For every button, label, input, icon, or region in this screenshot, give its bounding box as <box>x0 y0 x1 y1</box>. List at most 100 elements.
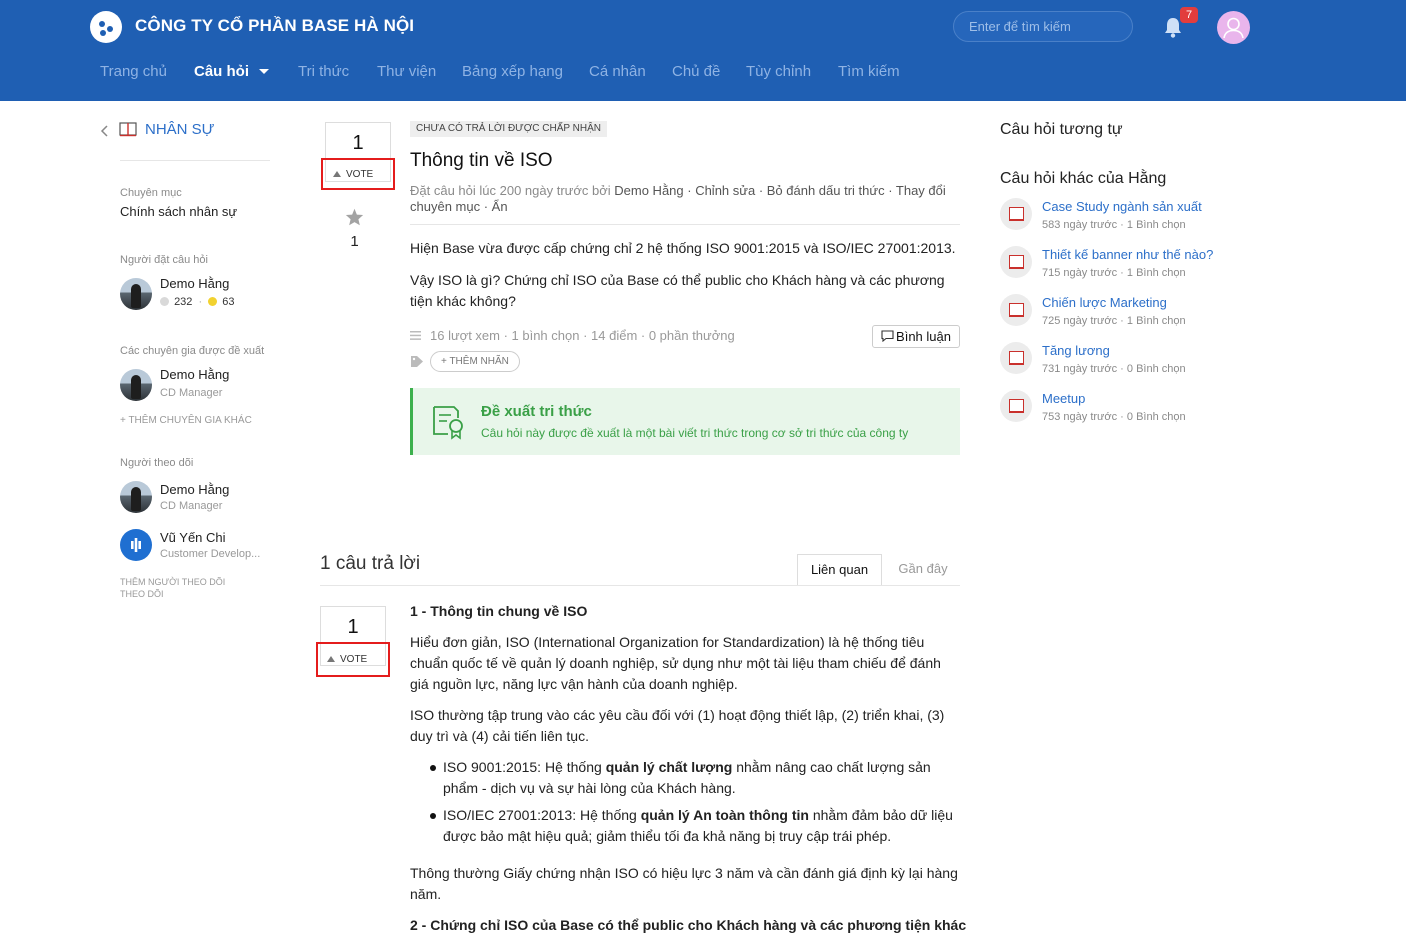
expert-avatar[interactable] <box>120 369 152 401</box>
bullet-item: ISO 9001:2015: Hệ thống quản lý chất lượ… <box>410 757 962 799</box>
similar-questions-title: Câu hỏi tương tự <box>1000 121 1123 138</box>
nav-personal[interactable]: Cá nhân <box>589 63 646 80</box>
notification-badge[interactable]: 7 <box>1180 7 1198 23</box>
add-tag-button[interactable]: + THÊM NHÃN <box>430 351 520 372</box>
question-body: Vậy ISO là gì? Chứng chỉ ISO của Base có… <box>410 272 945 309</box>
question-title: Thông tin về ISO <box>410 150 553 171</box>
question-body: Hiện Base vừa được cấp chứng chỉ 2 hệ th… <box>410 240 956 256</box>
nav-library[interactable]: Thư viện <box>377 63 436 80</box>
followers-label: Người theo dõi <box>120 457 194 469</box>
tab-related[interactable]: Liên quan <box>797 554 882 586</box>
nav-customize[interactable]: Tùy chỉnh <box>746 63 811 80</box>
comment-label: Bình luận <box>896 329 951 344</box>
tag-icon <box>411 356 423 367</box>
divider <box>410 224 960 225</box>
add-follower-line: THÊM NGƯỜI THEO DÕI <box>120 577 226 587</box>
expert-name[interactable]: Demo Hằng <box>160 367 229 382</box>
answer-paragraph: Hiểu đơn giản, ISO (International Organi… <box>410 634 941 692</box>
company-name[interactable]: CÔNG TY CỔ PHẦN BASE HÀ NỘI <box>135 16 414 36</box>
asker-name[interactable]: Demo Hằng <box>160 276 229 291</box>
answer-heading: 2 - Chứng chỉ ISO của Base có thể public… <box>410 917 967 933</box>
asker-label: Người đặt câu hỏi <box>120 254 208 266</box>
related-question-meta: 753 ngày trước · 0 Bình chọn <box>1042 411 1186 423</box>
knowledge-suggestion-box: Đề xuất tri thức Câu hỏi này được đề xuấ… <box>410 388 960 455</box>
divider <box>120 160 270 161</box>
book-icon <box>1000 246 1032 278</box>
bullet-item: ISO/IEC 27001:2013: Hệ thống quản lý An … <box>410 805 962 847</box>
other-questions-title: Câu hỏi khác của Hằng <box>1000 170 1167 187</box>
expert-role: CD Manager <box>160 387 223 399</box>
follower-name[interactable]: Demo Hằng <box>160 482 229 497</box>
certificate-icon <box>433 406 463 440</box>
book-icon <box>119 122 137 137</box>
book-icon <box>1000 294 1032 326</box>
nav-knowledge[interactable]: Tri thức <box>298 63 349 80</box>
answer-vote-button[interactable]: VOTE <box>327 654 367 665</box>
divider <box>320 585 960 586</box>
vote-label: VOTE <box>340 654 368 665</box>
question-vote-button[interactable]: VOTE <box>333 169 373 180</box>
follower-avatar[interactable] <box>120 481 152 513</box>
section-title[interactable]: NHÂN SỰ <box>145 121 215 138</box>
follower-avatar[interactable] <box>120 529 152 561</box>
company-logo-icon[interactable] <box>90 11 122 43</box>
related-question-meta: 731 ngày trước · 0 Bình chọn <box>1042 363 1186 375</box>
nav-home[interactable]: Trang chủ <box>100 63 167 80</box>
nav-search[interactable]: Tìm kiếm <box>838 63 900 80</box>
chevron-left-icon[interactable] <box>100 125 109 137</box>
comment-button[interactable]: Bình luận <box>872 325 960 348</box>
bullet-text: ISO 9001:2015: Hệ thống <box>443 759 606 775</box>
hexagon-logo-icon <box>131 538 141 552</box>
related-question-meta: 715 ngày trước · 1 Bình chọn <box>1042 267 1186 279</box>
top-header: CÔNG TY CỔ PHẦN BASE HÀ NỘI Enter để tìm… <box>0 0 1406 101</box>
tab-recent[interactable]: Gần đây <box>886 554 960 586</box>
related-question-link[interactable]: Meetup <box>1042 391 1085 406</box>
answer-heading: 1 - Thông tin chung về ISO <box>410 603 588 619</box>
category-label: Chuyên mục <box>120 187 182 199</box>
nav-topics[interactable]: Chủ đề <box>672 63 720 80</box>
user-silhouette-icon <box>1223 17 1244 39</box>
related-question-link[interactable]: Case Study ngành sản xuất <box>1042 199 1202 214</box>
suggestion-title: Đề xuất tri thức <box>481 403 592 420</box>
answer-vote-count: 1 <box>347 616 359 638</box>
nav-questions[interactable]: Câu hỏi <box>194 63 270 80</box>
related-question-meta: 725 ngày trước · 1 Bình chọn <box>1042 315 1186 327</box>
comment-icon <box>881 330 894 343</box>
upvote-icon <box>327 656 335 662</box>
related-question-link[interactable]: Thiết kế banner như thế nào? <box>1042 247 1213 262</box>
related-question-meta: 583 ngày trước · 1 Bình chọn <box>1042 219 1186 231</box>
vote-label: VOTE <box>346 169 374 180</box>
meta-prefix: Đặt câu hỏi lúc 200 ngày trước bởi <box>410 183 611 198</box>
star-icon[interactable] <box>345 208 364 226</box>
meta-author-link[interactable]: Demo Hằng <box>614 183 683 198</box>
add-follower-link[interactable]: THÊM NGƯỜI THEO DÕI THEO DÕI <box>120 576 225 600</box>
related-question-link[interactable]: Tăng lương <box>1042 343 1110 358</box>
nav-leaderboard[interactable]: Bảng xếp hạng <box>462 63 563 80</box>
asker-points-b: 63 <box>222 296 235 308</box>
nav-questions-label: Câu hỏi <box>194 63 249 80</box>
add-expert-link[interactable]: + THÊM CHUYÊN GIA KHÁC <box>120 415 252 426</box>
search-input[interactable]: Enter để tìm kiếm <box>953 11 1133 42</box>
asker-points-a: 232 <box>174 296 193 308</box>
book-icon <box>1000 198 1032 230</box>
question-stats: 16 lượt xem · 1 bình chọn · 14 điểm · 0 … <box>430 328 735 343</box>
follower-role: CD Manager <box>160 500 223 512</box>
category-value[interactable]: Chính sách nhân sự <box>120 204 237 219</box>
answer-paragraph: Thông thường Giấy chứng nhận ISO có hiệu… <box>410 865 958 902</box>
question-meta: Đặt câu hỏi lúc 200 ngày trước bởi Demo … <box>410 183 955 215</box>
answer-paragraph: ISO thường tập trung vào các yêu cầu đối… <box>410 707 945 744</box>
add-follower-line: THEO DÕI <box>120 589 164 599</box>
bullet-text: ISO/IEC 27001:2013: Hệ thống <box>443 807 641 823</box>
asker-points: 232 · 63 <box>160 296 235 308</box>
related-question-link[interactable]: Chiến lược Marketing <box>1042 295 1167 310</box>
bullet-bold: quản lý An toàn thông tin <box>640 807 809 823</box>
answers-count: 1 câu trả lời <box>320 553 421 574</box>
follower-name[interactable]: Vũ Yến Chi <box>160 530 226 545</box>
status-badge: CHƯA CÓ TRẢ LỜI ĐƯỢC CHẤP NHẬN <box>410 121 607 137</box>
upvote-icon <box>333 171 341 177</box>
user-avatar[interactable] <box>1217 11 1250 44</box>
suggestion-description: Câu hỏi này được đề xuất là một bài viết… <box>481 426 909 440</box>
gold-dot-icon <box>208 297 218 306</box>
asker-avatar[interactable] <box>120 278 152 310</box>
answer-bullet-list: ISO 9001:2015: Hệ thống quản lý chất lượ… <box>410 757 962 847</box>
